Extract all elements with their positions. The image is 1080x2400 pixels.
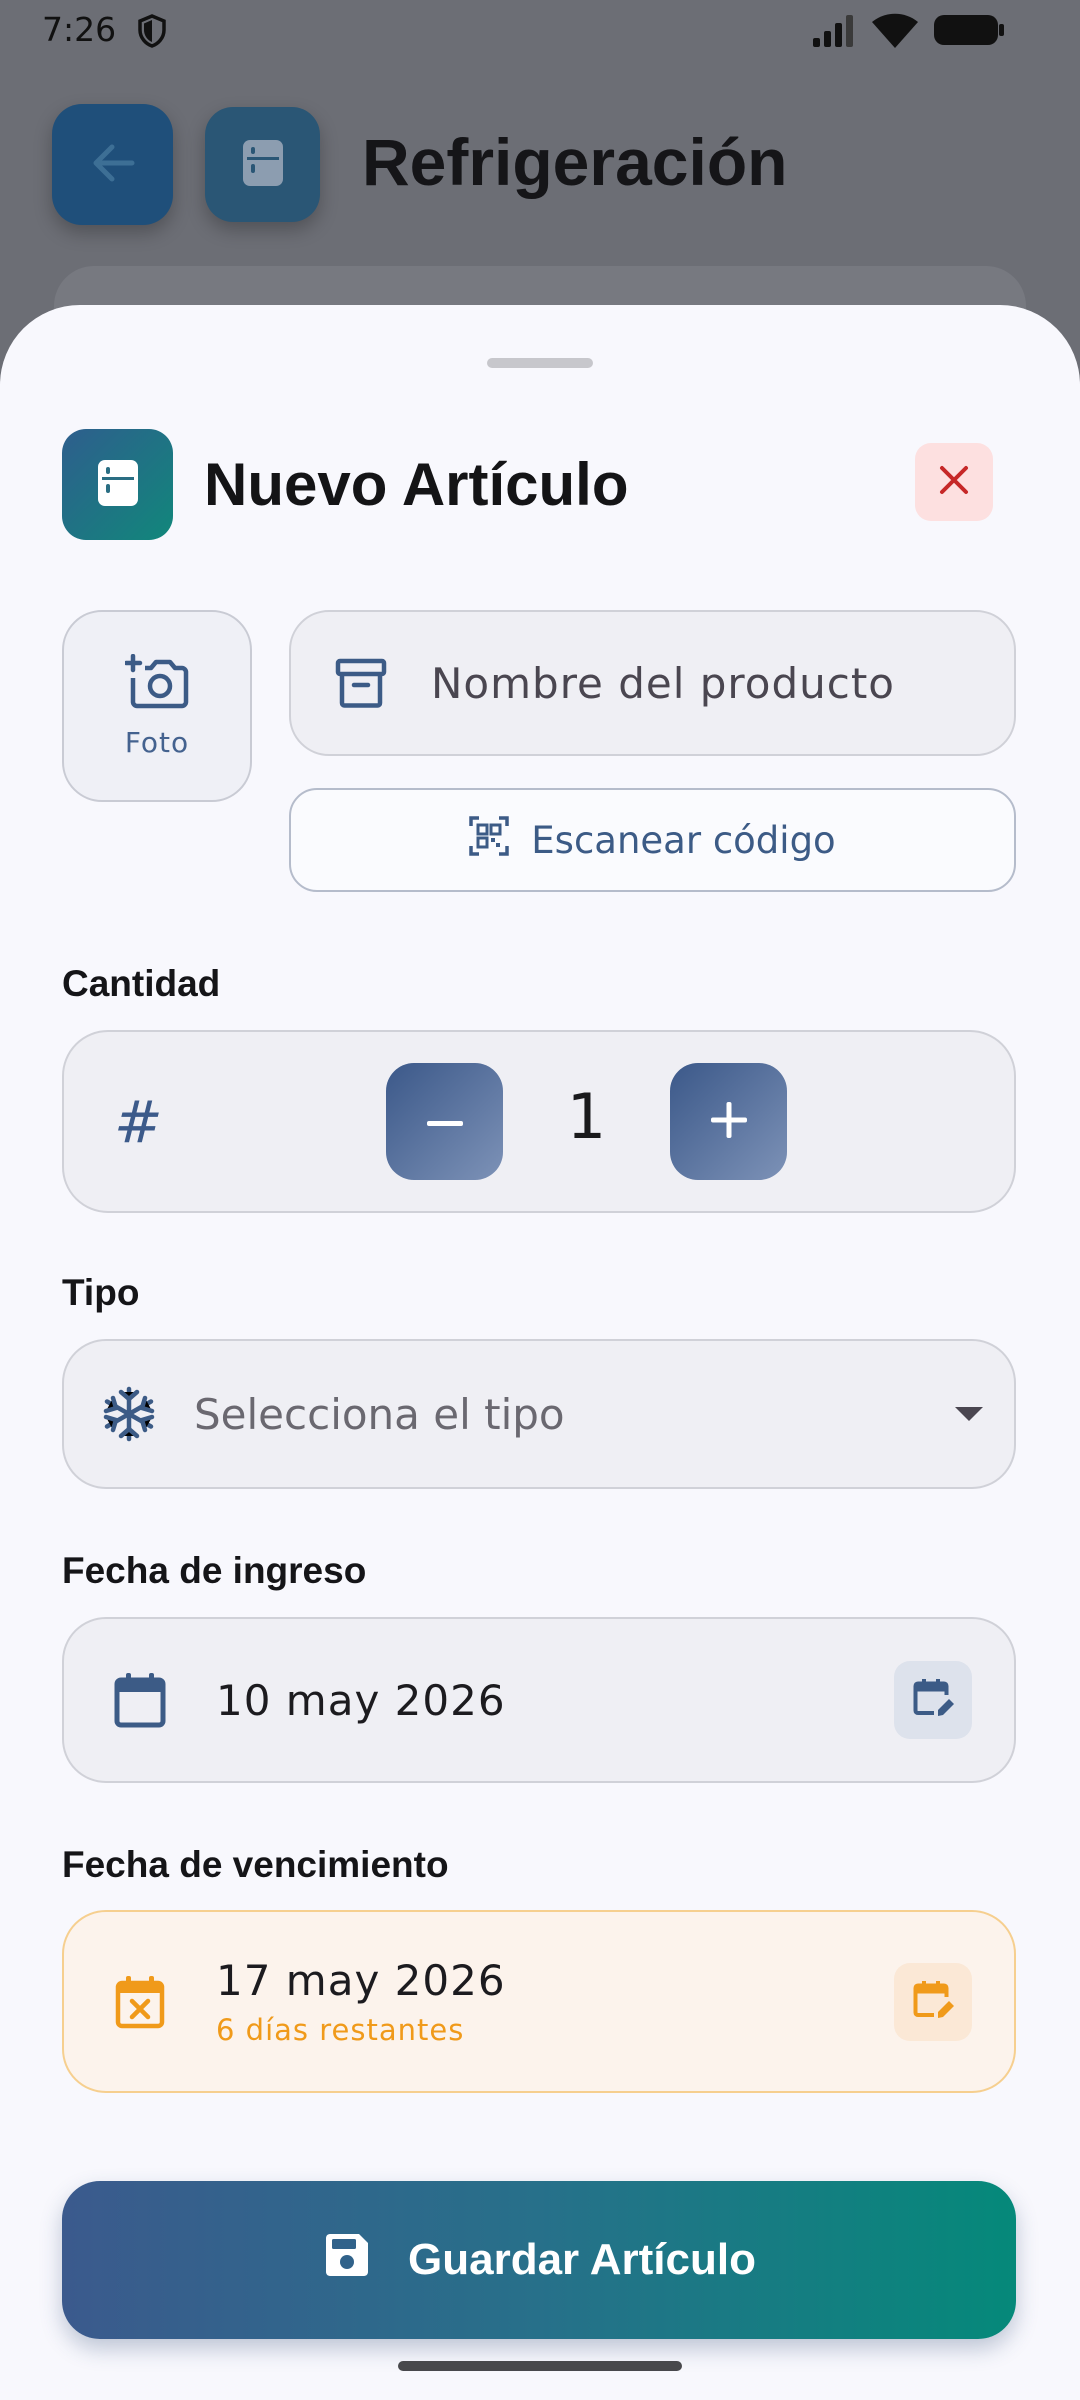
wifi-icon [870,12,920,58]
drag-handle[interactable] [487,358,593,368]
decrease-quantity-button[interactable] [386,1063,503,1180]
home-indicator[interactable] [398,2361,682,2371]
sheet-title: Nuevo Artículo [204,451,629,518]
status-bar: 7:26 [0,0,1080,62]
new-item-sheet: Nuevo Artículo Foto Escanear código Cant… [0,305,1080,2400]
signal-icon [812,14,858,56]
hash-icon: # [114,1088,163,1156]
arrow-left-icon [90,143,136,187]
archive-box-icon [291,656,431,710]
close-button[interactable] [915,443,993,521]
scan-code-button[interactable]: Escanear código [289,788,1016,892]
type-label: Tipo [62,1272,140,1313]
calendar-x-icon [64,1975,216,2029]
sheet-header-icon [62,429,173,540]
quantity-value: 1 [566,1080,607,1153]
photo-label: Foto [124,725,190,759]
expiry-date-field[interactable]: 17 may 2026 6 días restantes [62,1910,1016,2093]
save-disk-icon [322,2230,372,2291]
days-remaining-badge: 6 días restantes [216,2013,465,2047]
calendar-icon [64,1672,216,1728]
expiry-date-texts: 17 may 2026 6 días restantes [216,1956,894,2047]
edit-expiry-date-button[interactable] [894,1962,972,2041]
qr-scan-icon [469,815,510,865]
increase-quantity-button[interactable] [670,1063,787,1180]
save-item-label: Guardar Artículo [408,2235,756,2284]
dropdown-caret-icon [924,1407,1014,1421]
scan-code-label: Escanear código [531,818,836,862]
shield-icon [137,14,167,56]
plus-icon [710,1101,747,1142]
back-button[interactable] [52,104,173,225]
type-select[interactable]: Selecciona el tipo [62,1339,1016,1489]
type-placeholder: Selecciona el tipo [194,1389,565,1439]
quantity-label: Cantidad [62,963,221,1004]
add-photo-button[interactable]: Foto [62,610,252,802]
screen-title: Refrigeración [362,125,788,199]
fridge-icon [241,138,285,192]
calendar-edit-icon [912,1979,954,2025]
expiry-date-value: 17 may 2026 [216,1956,506,2005]
status-time: 7:26 [42,10,117,49]
snowflake-icon [64,1386,194,1442]
fridge-icon [96,458,140,512]
minus-icon [426,1112,463,1131]
calendar-edit-icon [912,1677,954,1723]
entry-date-field[interactable]: 10 may 2026 [62,1617,1016,1783]
product-name-field[interactable] [289,610,1016,756]
category-fridge-icon-button [205,107,320,222]
entry-date-value: 10 may 2026 [216,1675,506,1725]
close-icon [938,464,970,500]
save-item-button[interactable]: Guardar Artículo [62,2181,1016,2339]
quantity-stepper: # 1 [62,1030,1016,1213]
entry-date-label: Fecha de ingreso [62,1550,367,1591]
expiry-date-label: Fecha de vencimiento [62,1844,449,1885]
edit-entry-date-button[interactable] [894,1661,972,1739]
battery-icon [933,13,1005,55]
product-name-input[interactable] [431,658,991,708]
add-photo-icon [123,653,189,714]
